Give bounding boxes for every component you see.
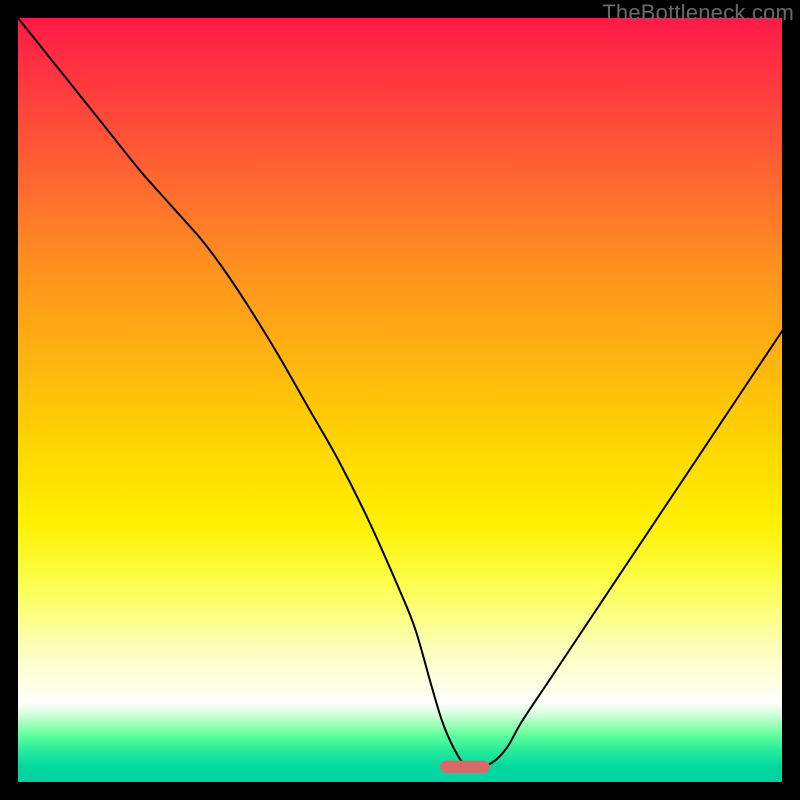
bottleneck-curve [18, 18, 782, 767]
optimum-marker [440, 761, 490, 773]
chart-frame: TheBottleneck.com [0, 0, 800, 800]
plot-area [18, 18, 782, 782]
curve-layer [18, 18, 782, 782]
